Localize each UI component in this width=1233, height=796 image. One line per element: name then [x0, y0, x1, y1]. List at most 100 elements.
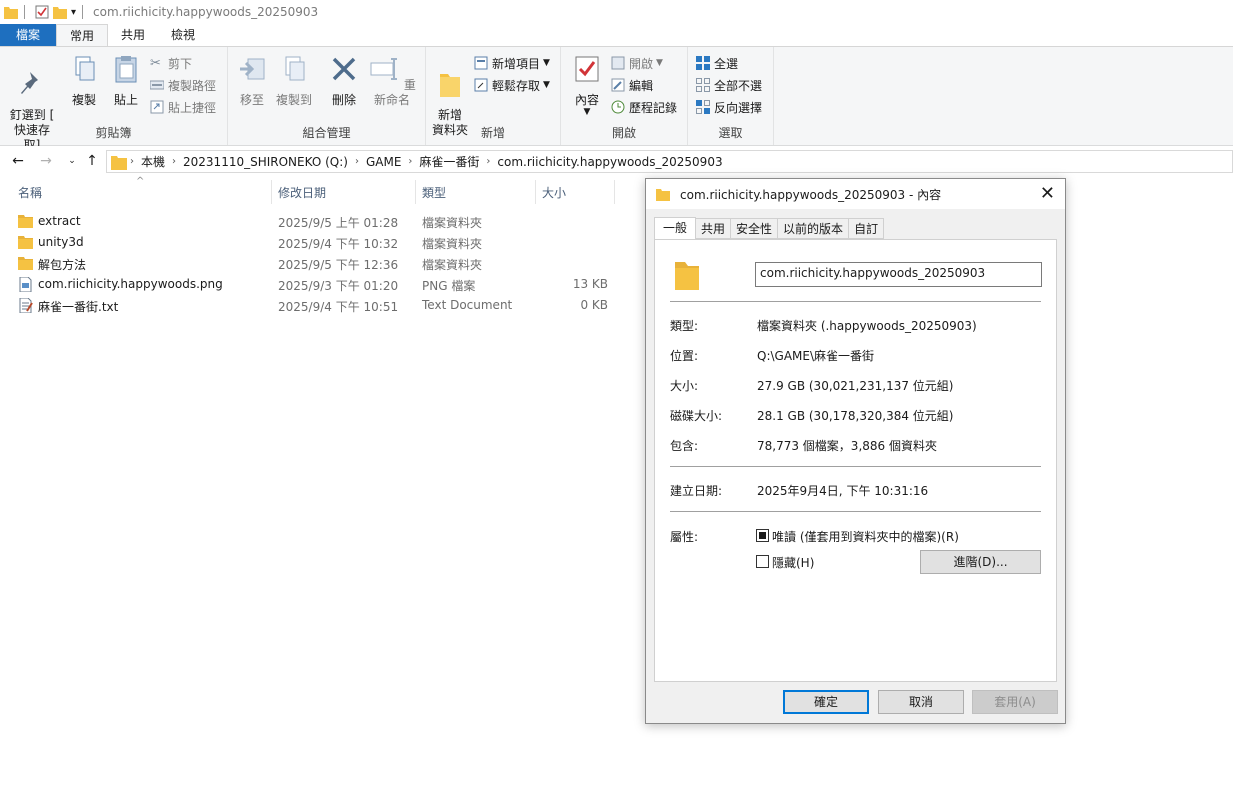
move-to-icon: [240, 58, 265, 80]
select-all-button[interactable]: 全選: [696, 53, 738, 73]
column-header-date[interactable]: 修改日期: [278, 184, 326, 200]
file-date: 2025/9/4 下午 10:32: [278, 237, 399, 251]
edit-label: 編輯: [629, 78, 654, 93]
history-button[interactable]: 歷程記錄: [611, 97, 677, 117]
cut-button[interactable]: ✂ 剪下: [150, 53, 192, 73]
paste-shortcut-label: 貼上捷徑: [168, 100, 217, 115]
delete-x-icon: [332, 57, 356, 81]
contains-value: 78,773 個檔案，3,886 個資料夾: [757, 439, 937, 453]
edit-button[interactable]: 編輯: [611, 75, 653, 95]
tab-security[interactable]: 安全性: [731, 218, 779, 239]
column-divider[interactable]: [271, 180, 272, 204]
folder-icon: [111, 155, 127, 170]
new-item-button[interactable]: 新增項目 ▼: [474, 53, 550, 73]
properties-quick-icon[interactable]: [35, 5, 49, 19]
paste-icon: [115, 56, 137, 83]
file-date: 2025/9/4 下午 10:51: [278, 300, 399, 314]
quick-access-dropdown-icon[interactable]: ▾: [71, 7, 76, 18]
paste-label: 貼上: [113, 93, 138, 107]
apply-button[interactable]: 套用(A): [972, 690, 1058, 714]
properties-button[interactable]: 內容 ▼: [569, 53, 605, 117]
hidden-label[interactable]: 隱藏(H): [772, 554, 814, 571]
move-to-button[interactable]: 移至: [236, 53, 268, 108]
delete-button[interactable]: 刪除: [328, 53, 360, 108]
copy-to-button[interactable]: 複製到: [274, 53, 314, 108]
address-bar[interactable]: › 本機 › 20231110_SHIRONEKO (Q:) › GAME › …: [106, 150, 1233, 173]
attributes-label: 屬性:: [670, 530, 699, 544]
select-none-label: 全部不選: [714, 78, 763, 93]
contains-label: 包含:: [670, 439, 699, 453]
file-date: 2025/9/5 下午 12:36: [278, 258, 399, 272]
divider: [670, 301, 1041, 302]
tab-share[interactable]: 共用: [108, 24, 158, 46]
tab-sharing[interactable]: 共用: [696, 218, 732, 239]
advanced-button[interactable]: 進階(D)...: [920, 550, 1041, 574]
column-header-type[interactable]: 類型: [422, 184, 446, 200]
column-header-size[interactable]: 大小: [542, 184, 566, 200]
edit-icon: [611, 78, 625, 92]
breadcrumb-chevron-icon[interactable]: ›: [486, 156, 490, 167]
forward-arrow-icon[interactable]: →: [38, 153, 54, 169]
new-item-icon: [474, 56, 488, 70]
breadcrumb-game[interactable]: GAME: [366, 155, 401, 169]
ribbon-tabs: 檔案 常用 共用 檢視: [0, 24, 1233, 46]
invert-selection-button[interactable]: 反向選擇: [696, 97, 762, 117]
select-all-label: 全選: [714, 56, 739, 71]
tab-file[interactable]: 檔案: [0, 24, 57, 46]
list-item[interactable]: unity3d 2025/9/4 下午 10:32 檔案資料夾: [0, 232, 620, 253]
paste-shortcut-button[interactable]: 貼上捷徑: [150, 97, 216, 117]
paste-button[interactable]: 貼上: [106, 53, 146, 108]
rename-icon: [370, 58, 398, 80]
close-icon[interactable]: ✕: [1040, 183, 1055, 204]
file-type: 檔案資料夾: [422, 216, 483, 230]
file-name: 麻雀一番街.txt: [38, 300, 119, 314]
open-label: 開啟: [629, 56, 654, 71]
divider: [670, 511, 1041, 512]
type-value: 檔案資料夾 (.happywoods_20250903): [757, 319, 977, 333]
breadcrumb-this-pc[interactable]: 本機: [141, 153, 165, 170]
easy-access-button[interactable]: 輕鬆存取 ▼: [474, 75, 550, 95]
breadcrumb-mahjong[interactable]: 麻雀一番街: [419, 153, 479, 170]
breadcrumb-chevron-icon[interactable]: ›: [408, 156, 412, 167]
up-arrow-icon[interactable]: ↑: [84, 153, 100, 169]
tab-general[interactable]: 一般: [654, 217, 697, 240]
column-divider[interactable]: [415, 180, 416, 204]
breadcrumb-chevron-icon[interactable]: ›: [172, 156, 176, 167]
tab-customize[interactable]: 自訂: [849, 218, 885, 239]
list-item[interactable]: 麻雀一番街.txt 2025/9/4 下午 10:51 Text Documen…: [0, 295, 620, 316]
column-divider[interactable]: [614, 180, 615, 204]
breadcrumb-drive[interactable]: 20231110_SHIRONEKO (Q:): [183, 155, 348, 169]
copy-path-button[interactable]: 複製路徑: [150, 75, 216, 95]
tab-home[interactable]: 常用: [56, 24, 109, 46]
column-header-name[interactable]: 名稱: [18, 184, 42, 200]
cancel-button[interactable]: 取消: [878, 690, 964, 714]
new-folder-quick-icon[interactable]: [53, 5, 67, 19]
ok-button[interactable]: 確定: [783, 690, 869, 714]
hidden-checkbox[interactable]: [756, 555, 769, 568]
tab-previous-versions[interactable]: 以前的版本: [778, 218, 850, 239]
size-label: 大小:: [670, 379, 699, 393]
history-icon: [611, 100, 625, 114]
breadcrumb-chevron-icon[interactable]: ›: [355, 156, 359, 167]
sort-ascending-icon: ^: [136, 176, 145, 187]
list-item[interactable]: com.riichicity.happywoods.png 2025/9/3 下…: [0, 274, 620, 295]
list-item[interactable]: 解包方法 2025/9/5 下午 12:36 檔案資料夾: [0, 253, 620, 274]
open-button[interactable]: 開啟 ▼: [611, 53, 663, 73]
folder-name-input[interactable]: com.riichicity.happywoods_20250903: [755, 262, 1042, 287]
select-none-button[interactable]: 全部不選: [696, 75, 762, 95]
dialog-title-bar[interactable]: com.riichicity.happywoods_20250903 - 內容: [646, 179, 1065, 209]
history-label: 歷程記錄: [629, 100, 678, 115]
file-date: 2025/9/5 上午 01:28: [278, 216, 399, 230]
copy-button[interactable]: 複製: [64, 53, 104, 108]
breadcrumb-current-folder[interactable]: com.riichicity.happywoods_20250903: [497, 155, 722, 169]
back-arrow-icon[interactable]: ←: [10, 153, 26, 169]
readonly-checkbox[interactable]: [756, 529, 769, 542]
new-group-label: 新增: [480, 126, 505, 140]
rename-button[interactable]: 重新命名: [366, 53, 418, 108]
list-item[interactable]: extract 2025/9/5 上午 01:28 檔案資料夾: [0, 211, 620, 232]
created-value: 2025年9月4日, 下午 10:31:16: [757, 484, 929, 498]
tab-view[interactable]: 檢視: [158, 24, 208, 46]
readonly-label[interactable]: 唯讀 (僅套用到資料夾中的檔案)(R): [772, 528, 959, 545]
recent-locations-icon[interactable]: ⌄: [64, 153, 80, 169]
column-divider[interactable]: [535, 180, 536, 204]
